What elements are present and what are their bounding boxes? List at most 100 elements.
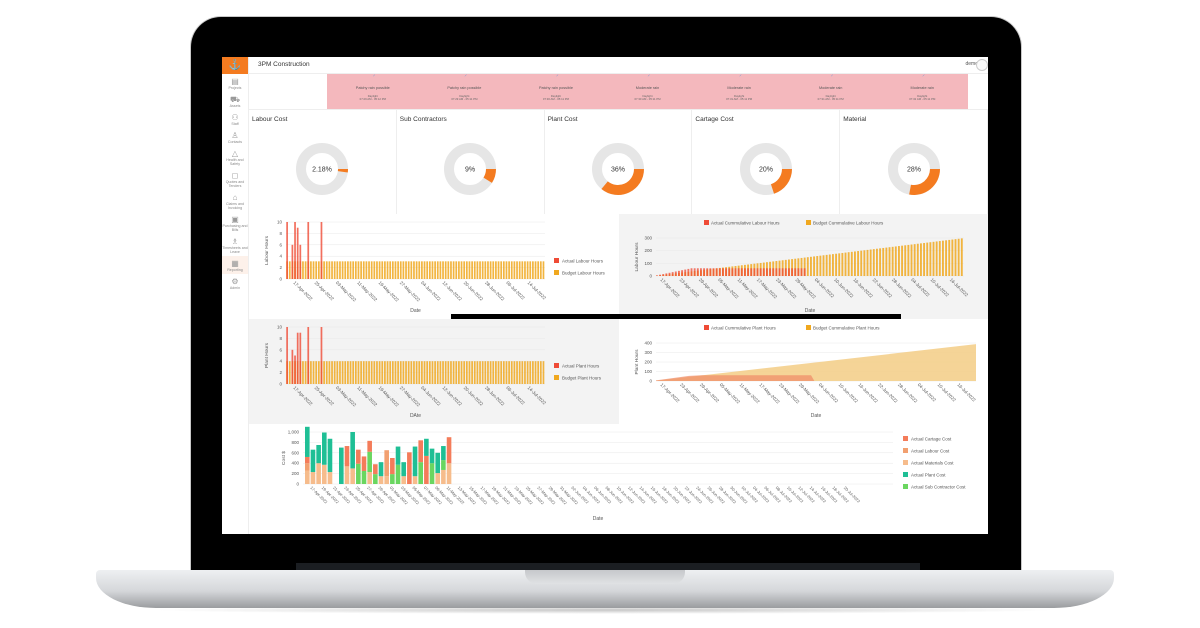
legend-label[interactable]: Actual Cummulative Labour Hours xyxy=(711,220,780,225)
actual-bar[interactable] xyxy=(744,268,746,276)
budget-bar[interactable] xyxy=(418,361,421,384)
budget-bar[interactable] xyxy=(391,261,394,279)
budget-bar[interactable] xyxy=(339,361,341,384)
budget-bar[interactable] xyxy=(850,251,853,276)
budget-bar[interactable] xyxy=(495,261,497,279)
budget-bar[interactable] xyxy=(405,361,407,384)
cost-bar-segment[interactable] xyxy=(418,440,423,463)
actual-bar[interactable] xyxy=(684,269,687,276)
budget-bar[interactable] xyxy=(339,261,341,279)
budget-bar[interactable] xyxy=(450,361,452,384)
budget-bar[interactable] xyxy=(518,261,521,279)
budget-bar[interactable] xyxy=(888,247,891,276)
budget-bar[interactable] xyxy=(854,251,856,276)
budget-bar[interactable] xyxy=(370,261,373,279)
legend-swatch[interactable] xyxy=(704,220,709,225)
actual-bar[interactable] xyxy=(797,268,800,276)
budget-bar[interactable] xyxy=(426,361,429,384)
actual-area[interactable] xyxy=(656,375,815,381)
cost-bar-segment[interactable] xyxy=(429,463,435,484)
legend-label[interactable]: Budget Cummulative Plant Hours xyxy=(813,325,880,330)
budget-bar[interactable] xyxy=(505,361,508,384)
budget-bar[interactable] xyxy=(349,261,352,279)
budget-bar[interactable] xyxy=(891,246,894,276)
budget-bar[interactable] xyxy=(428,261,431,279)
budget-bar[interactable] xyxy=(386,261,389,279)
legend-label[interactable]: Actual Sub Contractor Cost xyxy=(911,484,966,489)
budget-bar[interactable] xyxy=(863,250,866,276)
budget-bar[interactable] xyxy=(376,261,378,279)
budget-bar[interactable] xyxy=(436,361,439,384)
budget-bar[interactable] xyxy=(942,240,944,276)
budget-bar[interactable] xyxy=(901,245,904,276)
cost-bar-segment[interactable] xyxy=(316,445,321,464)
sidebar-item-purchasing-and-bills[interactable]: ▣ Purchasing and Bills xyxy=(222,212,248,234)
cost-bar-segment[interactable] xyxy=(327,438,333,473)
budget-bar[interactable] xyxy=(484,361,487,384)
actual-bar[interactable] xyxy=(662,274,665,276)
cost-bar-segment[interactable] xyxy=(305,426,310,457)
actual-bar[interactable] xyxy=(756,268,759,276)
actual-bar[interactable] xyxy=(784,268,787,276)
budget-bar[interactable] xyxy=(479,361,481,384)
actual-bar[interactable] xyxy=(709,268,712,276)
budget-bar[interactable] xyxy=(521,361,524,384)
budget-bar[interactable] xyxy=(455,261,458,279)
cost-bar-segment[interactable] xyxy=(446,437,452,464)
cost-bar-segment[interactable] xyxy=(390,474,395,484)
budget-bar[interactable] xyxy=(492,361,495,384)
budget-bar[interactable] xyxy=(341,361,344,384)
cost-bar-segment[interactable] xyxy=(401,476,406,484)
budget-bar[interactable] xyxy=(418,261,421,279)
budget-bar[interactable] xyxy=(534,261,537,279)
budget-bar[interactable] xyxy=(841,252,844,276)
budget-bar[interactable] xyxy=(468,261,471,279)
budget-bar[interactable] xyxy=(526,361,529,384)
budget-bar[interactable] xyxy=(473,261,476,279)
budget-bar[interactable] xyxy=(402,261,405,279)
budget-bar[interactable] xyxy=(510,261,513,279)
budget-bar[interactable] xyxy=(529,261,532,279)
cost-bar-segment[interactable] xyxy=(344,466,350,484)
cost-bar-segment[interactable] xyxy=(441,460,446,470)
budget-bar[interactable] xyxy=(439,361,442,384)
budget-bar[interactable] xyxy=(362,361,365,384)
actual-bar[interactable] xyxy=(722,268,724,276)
budget-bar[interactable] xyxy=(344,261,347,279)
actual-bar[interactable] xyxy=(656,275,658,276)
budget-bar[interactable] xyxy=(407,361,410,384)
budget-bar[interactable] xyxy=(362,261,365,279)
budget-bar[interactable] xyxy=(502,361,505,384)
cost-bar-segment[interactable] xyxy=(344,446,350,467)
budget-bar[interactable] xyxy=(312,361,315,384)
budget-bar[interactable] xyxy=(954,239,957,276)
budget-bar[interactable] xyxy=(879,248,882,276)
actual-bar[interactable] xyxy=(762,268,765,276)
budget-bar[interactable] xyxy=(844,252,847,276)
budget-bar[interactable] xyxy=(423,261,426,279)
sidebar-item-reporting[interactable]: ▦ Reporting xyxy=(222,256,248,274)
budget-bar[interactable] xyxy=(860,250,863,276)
cost-bar-segment[interactable] xyxy=(378,476,384,484)
budget-bar[interactable] xyxy=(810,256,812,276)
budget-bar[interactable] xyxy=(458,361,460,384)
budget-bar[interactable] xyxy=(352,261,355,279)
budget-bar[interactable] xyxy=(402,361,405,384)
budget-bar[interactable] xyxy=(539,361,542,384)
actual-bar[interactable] xyxy=(737,268,740,276)
actual-bar[interactable] xyxy=(678,270,680,276)
budget-bar[interactable] xyxy=(365,261,368,279)
actual-bar[interactable] xyxy=(668,272,671,276)
cost-bar-segment[interactable] xyxy=(424,438,429,456)
actual-bar[interactable] xyxy=(299,332,302,384)
actual-bar[interactable] xyxy=(725,268,728,276)
budget-bar[interactable] xyxy=(529,361,532,384)
budget-bar[interactable] xyxy=(913,244,916,276)
cost-bar-segment[interactable] xyxy=(373,464,378,475)
budget-bar[interactable] xyxy=(386,361,389,384)
cost-bar-segment[interactable] xyxy=(390,458,395,475)
cost-bar-segment[interactable] xyxy=(435,452,441,474)
budget-bar[interactable] xyxy=(500,261,503,279)
budget-bar[interactable] xyxy=(907,244,910,276)
cost-bar-segment[interactable] xyxy=(305,456,310,464)
